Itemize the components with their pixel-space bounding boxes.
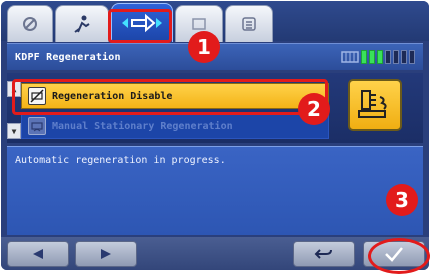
regeneration-status-icon <box>348 79 402 131</box>
list-item-label: Manual Stationary Regeneration <box>52 120 233 132</box>
tab-icon <box>192 18 206 30</box>
person-icon <box>74 15 90 33</box>
return-arrow-icon <box>314 249 332 259</box>
previous-button[interactable] <box>7 241 69 267</box>
scroll-down-icon[interactable]: ▼ <box>7 123 21 139</box>
highlight-tab <box>108 9 172 43</box>
highlight-list-item <box>12 79 328 115</box>
triangle-right-icon <box>101 249 111 259</box>
level-bar <box>361 50 367 64</box>
bottom-nav <box>1 237 429 270</box>
tab-1[interactable] <box>7 5 53 42</box>
level-bar <box>401 50 407 64</box>
list-icon <box>242 17 256 31</box>
highlight-confirm <box>368 238 430 274</box>
manual-regeneration-icon <box>28 117 46 135</box>
level-bar <box>393 50 399 64</box>
next-button[interactable] <box>75 241 137 267</box>
callout-1: 1 <box>188 31 220 63</box>
no-entry-icon <box>23 17 37 31</box>
message-panel: Automatic regeneration in progress. <box>7 146 423 235</box>
tab-2[interactable] <box>55 5 109 42</box>
level-bar <box>409 50 415 64</box>
list-item-manual-regeneration[interactable]: Manual Stationary Regeneration <box>21 113 329 139</box>
filter-icon <box>341 51 359 63</box>
level-bar <box>377 50 383 64</box>
tab-5[interactable] <box>225 5 273 42</box>
back-button[interactable] <box>293 241 355 267</box>
status-message: Automatic regeneration in progress. <box>15 155 226 166</box>
signal-indicator <box>341 50 415 64</box>
triangle-left-icon <box>33 249 43 259</box>
page-title: KDPF Regeneration <box>15 51 121 63</box>
callout-2: 2 <box>298 93 330 125</box>
callout-3: 3 <box>386 184 418 216</box>
level-bar <box>369 50 375 64</box>
level-bar <box>385 50 391 64</box>
